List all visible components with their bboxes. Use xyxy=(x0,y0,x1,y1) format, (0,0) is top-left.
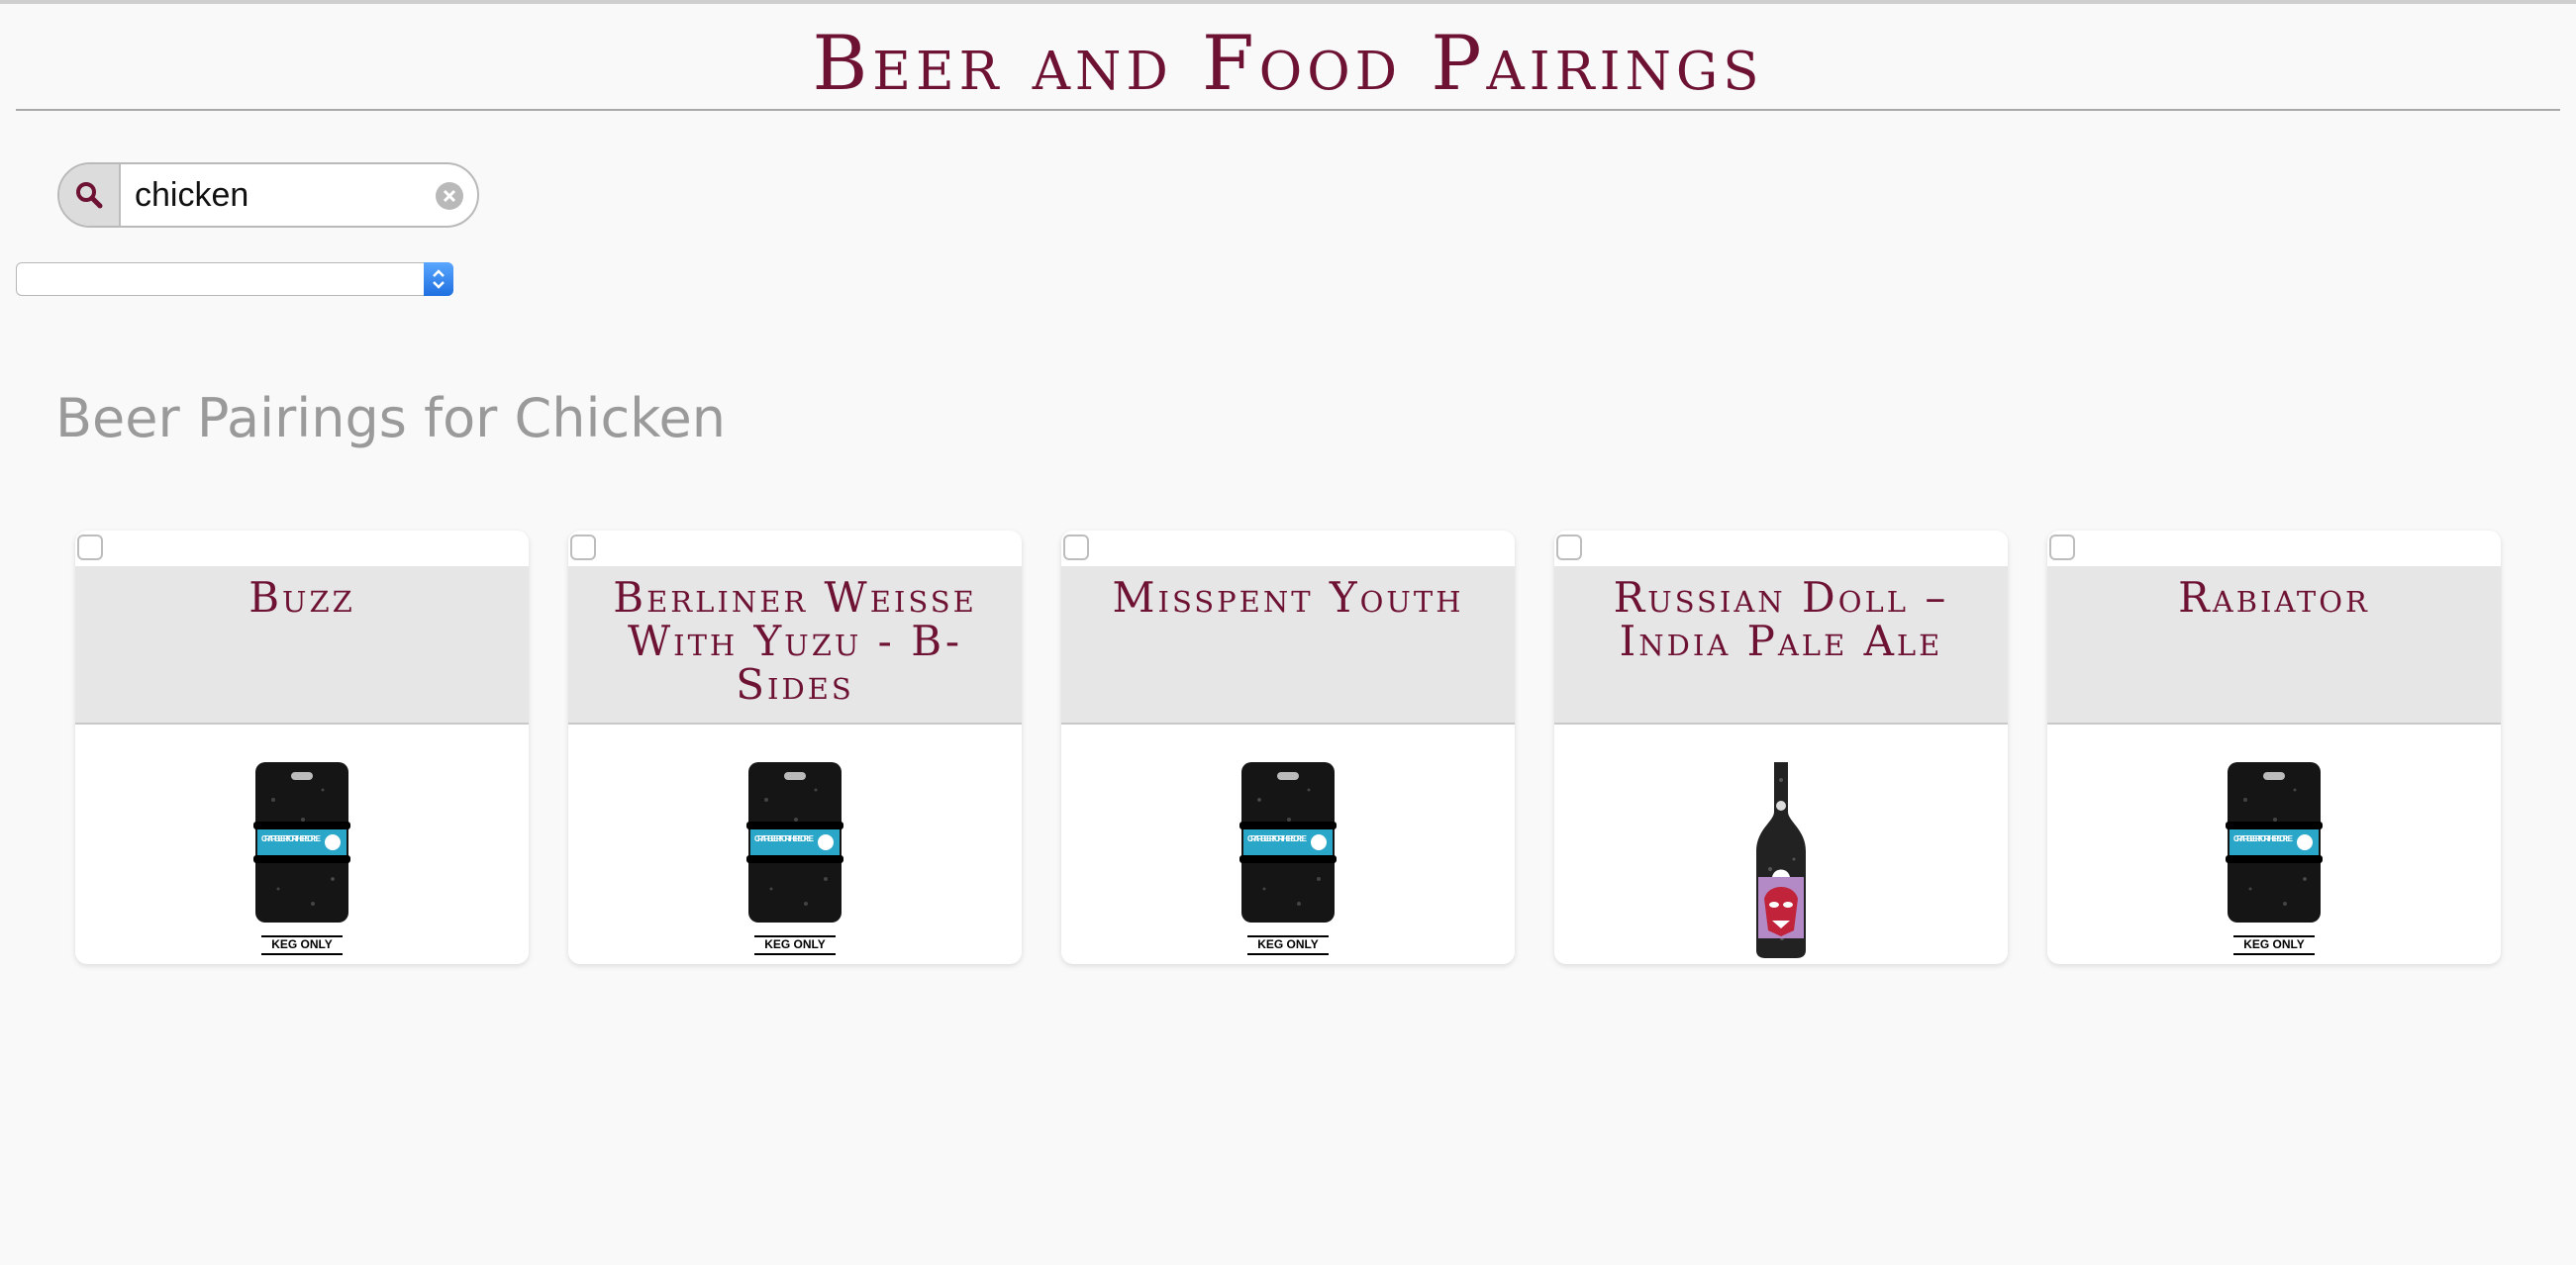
keg-image: CRAFT BEER FOR THE PEOPLE KEG ONLY xyxy=(2226,762,2323,955)
beer-image-area: CRAFT BEER FOR THE PEOPLE KEG ONLY xyxy=(2047,725,2501,964)
keg-image: CRAFT BEER FOR THE PEOPLE KEG ONLY xyxy=(746,762,843,955)
beer-name: Rabiator xyxy=(2178,573,2370,622)
top-border xyxy=(0,0,2576,4)
keg-image: CRAFT BEER FOR THE PEOPLE KEG ONLY xyxy=(1239,762,1337,955)
keg-image: CRAFT BEER FOR THE PEOPLE KEG ONLY xyxy=(253,762,350,955)
beer-card[interactable]: Buzz CRAFT BEER FOR THE PEOPLE KEG ONLY xyxy=(75,531,529,964)
search-input[interactable] xyxy=(135,174,422,216)
beer-name: Russian Doll – India Pale Ale xyxy=(1613,573,1949,665)
select-arrows-icon xyxy=(433,269,445,289)
beer-name: Misspent Youth xyxy=(1112,573,1464,622)
beer-image-area: CRAFT BEER FOR THE PEOPLE KEG ONLY xyxy=(75,725,529,964)
svg-text:CRAFT BEER FOR THE PEOPLE: CRAFT BEER FOR THE PEOPLE xyxy=(1247,834,1308,843)
select-arrow-button[interactable] xyxy=(424,262,453,296)
beer-card-header: Berliner Weisse With Yuzu - B-Sides xyxy=(568,566,1022,725)
beer-card[interactable]: Rabiator CRAFT BEER FOR THE PEOPLE KEG O… xyxy=(2047,531,2501,964)
beer-card-header: Rabiator xyxy=(2047,566,2501,725)
beer-select-checkbox[interactable] xyxy=(77,535,103,560)
beer-select-checkbox[interactable] xyxy=(1063,535,1089,560)
search-icon xyxy=(76,182,103,209)
beer-name: Berliner Weisse With Yuzu - B-Sides xyxy=(613,573,977,709)
beer-image-area: CRAFT BEER FOR THE PEOPLE KEG ONLY xyxy=(568,725,1022,964)
svg-text:CRAFT BEER FOR THE PEOPLE: CRAFT BEER FOR THE PEOPLE xyxy=(2233,834,2294,843)
beer-image-area: CRAFT BEER FOR THE PEOPLE KEG ONLY xyxy=(1061,725,1515,964)
beer-select-checkbox[interactable] xyxy=(2049,535,2075,560)
beer-select-checkbox[interactable] xyxy=(570,535,596,560)
svg-text:KEG ONLY: KEG ONLY xyxy=(1257,937,1319,951)
beer-card[interactable]: Russian Doll – India Pale Ale xyxy=(1554,531,2008,964)
beer-select-checkbox[interactable] xyxy=(1556,535,1582,560)
beer-card-header: Russian Doll – India Pale Ale xyxy=(1554,566,2008,725)
clear-search-button[interactable] xyxy=(436,182,463,210)
beer-image-area xyxy=(1554,725,2008,964)
svg-text:CRAFT BEER FOR THE PEOPLE: CRAFT BEER FOR THE PEOPLE xyxy=(261,834,322,843)
svg-text:CRAFT BEER FOR THE PEOPLE: CRAFT BEER FOR THE PEOPLE xyxy=(754,834,815,843)
filter-select[interactable] xyxy=(16,262,453,296)
title-divider xyxy=(16,109,2560,111)
search-button[interactable] xyxy=(59,164,121,226)
beer-name: Buzz xyxy=(248,573,355,622)
beer-card[interactable]: Berliner Weisse With Yuzu - B-Sides CRAF… xyxy=(568,531,1022,964)
beer-card-header: Misspent Youth xyxy=(1061,566,1515,725)
svg-text:KEG ONLY: KEG ONLY xyxy=(2243,937,2305,951)
page-title: Beer and Food Pairings xyxy=(812,19,1764,107)
beer-card[interactable]: Misspent Youth CRAFT BEER FOR THE PEOPLE… xyxy=(1061,531,1515,964)
search-bar xyxy=(57,162,479,228)
clear-icon xyxy=(443,189,456,203)
results-heading: Beer Pairings for Chicken xyxy=(55,387,726,449)
svg-text:KEG ONLY: KEG ONLY xyxy=(271,937,333,951)
bottle-image xyxy=(1756,762,1806,958)
svg-text:KEG ONLY: KEG ONLY xyxy=(764,937,826,951)
beer-card-header: Buzz xyxy=(75,566,529,725)
beer-card-list: Buzz CRAFT BEER FOR THE PEOPLE KEG ONLY xyxy=(75,531,2501,966)
